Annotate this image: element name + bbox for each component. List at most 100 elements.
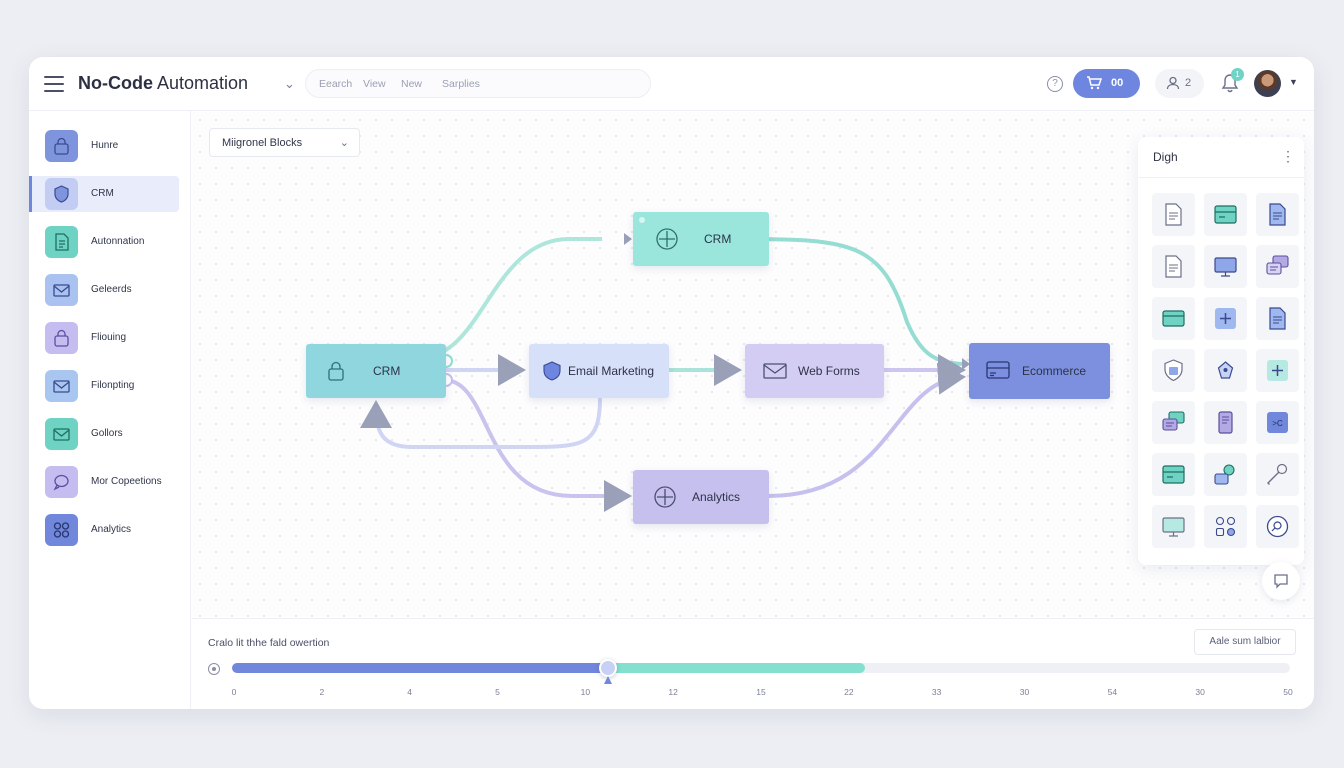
tag-icon	[1217, 361, 1234, 379]
key-icon	[1267, 463, 1288, 485]
chat-button[interactable]	[1262, 562, 1300, 600]
sidebar-item-label: Mor Copeetions	[91, 476, 162, 487]
target-icon[interactable]	[208, 663, 220, 675]
palette-tile[interactable]	[1256, 349, 1299, 392]
sidebar-item-analytics[interactable]: Analytics	[29, 512, 179, 548]
card-icon	[1214, 205, 1237, 224]
timeline-slider[interactable]	[232, 659, 1290, 677]
search-tab[interactable]: Sarplies	[442, 78, 480, 90]
node-ecommerce[interactable]: Ecommerce	[969, 343, 1110, 399]
palette-tile[interactable]	[1152, 453, 1195, 496]
node-crm[interactable]: CRM	[633, 212, 769, 266]
app-title: No-Code Automation	[78, 73, 248, 94]
search-bar[interactable]: Eearch View New Sarplies	[305, 69, 651, 98]
plus-icon	[1215, 308, 1236, 329]
arrow-head	[624, 233, 632, 245]
card-icon	[986, 361, 1010, 379]
palette-tile[interactable]	[1152, 193, 1195, 236]
palette-tile[interactable]	[1204, 297, 1247, 340]
shield-icon	[45, 178, 78, 210]
code-icon: >C	[1267, 412, 1288, 433]
palette-tile[interactable]	[1152, 349, 1195, 392]
sidebar-item-label: Fliouing	[91, 332, 127, 343]
palette-tile[interactable]	[1152, 401, 1195, 444]
palette-tile[interactable]	[1204, 401, 1247, 444]
mail-icon	[45, 418, 78, 450]
slider-handle[interactable]	[598, 659, 617, 677]
lock-icon	[45, 322, 78, 354]
menu-icon[interactable]	[44, 76, 64, 92]
sidebar-item-fliouing[interactable]: Fliouing	[29, 320, 179, 356]
node-email-marketing[interactable]: Email Marketing	[529, 344, 669, 398]
palette-tile[interactable]	[1204, 505, 1247, 548]
timeline-action-button[interactable]: Aale sum lalbior	[1194, 629, 1296, 655]
users-button[interactable]: 2	[1155, 69, 1204, 98]
sidebar-item-autonnation[interactable]: Autonnation	[29, 224, 179, 260]
timeline-tick-label: 50	[1283, 687, 1293, 697]
phone-icon	[1218, 411, 1233, 434]
timeline-tick-label: 33	[931, 687, 942, 697]
node-label: Email Marketing	[568, 364, 655, 378]
palette-tile[interactable]	[1204, 453, 1247, 496]
search-tab[interactable]: View	[363, 78, 386, 90]
monitor-icon	[1162, 517, 1185, 537]
search-tab[interactable]: Eearch	[319, 78, 352, 90]
palette-tile[interactable]	[1256, 505, 1299, 548]
more-icon[interactable]: ⋮	[1278, 147, 1298, 167]
node-label: Ecommerce	[1022, 364, 1087, 378]
timeline-tick-label: 54	[1107, 687, 1118, 697]
sidebar-item-filonpting[interactable]: Filonpting	[29, 368, 179, 404]
sidebar-item-geleerds[interactable]: Geleerds	[29, 272, 179, 308]
chevron-down-icon[interactable]: ▼	[1289, 77, 1298, 87]
notification-badge: 1	[1231, 68, 1244, 81]
document-icon	[45, 226, 78, 258]
palette-tile[interactable]	[1256, 297, 1299, 340]
timeline-tick-label: 30	[1019, 687, 1030, 697]
timeline-tick-label: 15	[756, 687, 766, 697]
palette-tile[interactable]	[1204, 193, 1247, 236]
document-icon	[1269, 307, 1286, 330]
sidebar: Hunre CRM Autonnation Geleerds Fliouing …	[29, 111, 191, 709]
palette-tile[interactable]: >C	[1256, 401, 1299, 444]
monitor-icon	[1214, 257, 1237, 277]
node-crm-source[interactable]: CRM	[306, 344, 446, 398]
timeline-tick-label: 2	[319, 687, 325, 697]
timeline-tick-label: 4	[407, 687, 413, 697]
sidebar-item-gollors[interactable]: Gollors	[29, 416, 179, 452]
palette-tile[interactable]	[1152, 297, 1195, 340]
palette-tile[interactable]	[1204, 245, 1247, 288]
sidebar-item-label: Filonpting	[91, 380, 135, 391]
palette-tile[interactable]	[1256, 453, 1299, 496]
palette-tile[interactable]	[1152, 505, 1195, 548]
palette-tile[interactable]	[1204, 349, 1247, 392]
cart-button[interactable]: 00	[1073, 69, 1140, 98]
connector-email-loop	[360, 397, 602, 449]
cart-count: 00	[1111, 77, 1124, 89]
status-dot	[639, 217, 645, 223]
timeline-panel: Cralo lit thhe fald owertion Aale sum la…	[192, 618, 1314, 709]
palette-tile[interactable]	[1256, 193, 1299, 236]
sidebar-item-crm[interactable]: CRM	[29, 176, 179, 212]
sidebar-item-mor-copeetions[interactable]: Mor Copeetions	[29, 464, 179, 500]
node-analytics[interactable]: Analytics	[633, 470, 769, 524]
sidebar-item-hunre[interactable]: Hunre	[29, 128, 179, 164]
palette-tile[interactable]	[1256, 245, 1299, 288]
timeline-tick-label: 0	[231, 687, 237, 697]
timeline-tick-label: 5	[495, 687, 500, 697]
palette-tile[interactable]	[1152, 245, 1195, 288]
lock-icon	[328, 361, 344, 381]
sidebar-item-label: Geleerds	[91, 284, 132, 295]
node-web-forms[interactable]: Web Forms	[745, 344, 884, 398]
svg-text:>C: >C	[1272, 419, 1283, 428]
divider	[1138, 177, 1304, 178]
sidebar-item-label: Autonnation	[91, 236, 145, 247]
help-icon[interactable]: ?	[1047, 76, 1063, 92]
globe-icon	[656, 228, 678, 250]
search-tab[interactable]: New	[401, 78, 422, 90]
chevron-down-icon[interactable]: ⌄	[284, 76, 295, 92]
block-palette: Digh ⋮ >C	[1138, 137, 1304, 565]
node-label: CRM	[373, 364, 401, 378]
node-label: Web Forms	[798, 364, 860, 378]
user-icon	[1166, 76, 1180, 90]
avatar[interactable]	[1254, 70, 1281, 97]
